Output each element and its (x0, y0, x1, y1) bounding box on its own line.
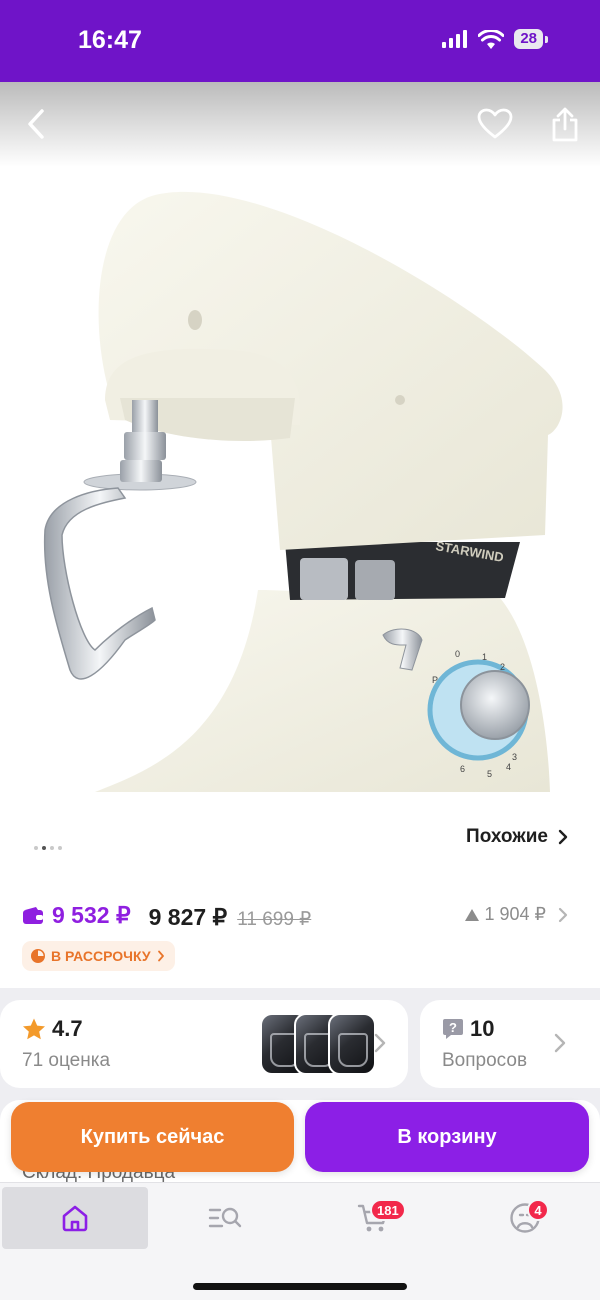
pager-dot[interactable] (34, 846, 38, 850)
price-row: 9 532 ₽ 9 827 ₽ 11 699 ₽ (22, 902, 311, 931)
price-value: 9 827 ₽ (148, 903, 228, 930)
favorite-button[interactable] (473, 102, 517, 146)
add-to-cart-button[interactable]: В корзину (305, 1102, 589, 1172)
battery-cap (545, 35, 548, 43)
chevron-right-icon (558, 907, 568, 922)
rating-count: 71 оценка (22, 1050, 111, 1071)
chevron-left-icon (28, 109, 44, 139)
questions-value: 10 (470, 1016, 495, 1041)
catalog-search-icon (208, 1207, 242, 1228)
tab-cart[interactable]: 181 (300, 1187, 446, 1249)
similar-label: Похожие (466, 826, 548, 847)
questions-label: Вопросов (442, 1050, 528, 1071)
chevron-right-icon (157, 950, 164, 962)
share-icon (552, 107, 578, 142)
rating-value: 4.7 (52, 1016, 83, 1041)
tab-home[interactable] (2, 1187, 148, 1249)
image-pager (34, 846, 62, 850)
question-icon: ? (443, 1019, 463, 1039)
chevron-right-icon (554, 1033, 566, 1053)
pager-dot[interactable] (50, 846, 54, 850)
product-image-stand-mixer[interactable]: STARWIND 0 1 2 3 4 5 6 P (0, 170, 600, 800)
dial-label-p: P (432, 675, 438, 685)
pager-dot-active[interactable] (42, 846, 46, 850)
back-button[interactable] (14, 102, 58, 146)
heart-icon (477, 108, 513, 139)
discount-amount: 1 904 ₽ (484, 904, 547, 924)
buy-now-button[interactable]: Купить сейчас (11, 1102, 294, 1172)
chevron-right-icon (374, 1033, 386, 1053)
status-bar: 16:47 28 (0, 0, 600, 82)
hinge-bracket (300, 558, 348, 600)
profile-notification-badge: 4 (527, 1199, 549, 1221)
dial-label-1: 1 (482, 652, 487, 662)
dial-label-6: 6 (460, 764, 465, 774)
status-time: 16:47 (78, 26, 142, 54)
tab-catalog[interactable] (152, 1187, 298, 1249)
installment-label: В РАССРОЧКУ (51, 948, 151, 964)
star-icon (23, 1018, 45, 1039)
dial-label-3: 3 (512, 752, 517, 762)
dial-label-0: 0 (455, 649, 460, 659)
svg-text:?: ? (449, 1020, 457, 1035)
dial-label-2: 2 (500, 662, 505, 672)
cart-count-badge: 181 (370, 1199, 406, 1221)
dough-hook (43, 487, 156, 680)
status-icons: 28 (442, 29, 548, 49)
similar-link[interactable]: Похожие (466, 826, 568, 848)
price-card: 9 532 ₽ 9 827 ₽ 11 699 ₽ 1 904 ₽ В РАССР… (0, 870, 600, 988)
wallet-icon (23, 906, 43, 924)
wifi-icon (478, 29, 505, 49)
old-price-value: 11 699 ₽ (237, 908, 312, 930)
questions-value-row: ? 10 (442, 1016, 494, 1042)
battery-indicator: 28 (514, 29, 548, 49)
rating-value-row: 4.7 (22, 1016, 83, 1042)
home-indicator (193, 1283, 407, 1290)
top-nav (0, 82, 600, 167)
questions-card[interactable]: ? 10 Вопросов (420, 1000, 600, 1088)
tab-profile[interactable]: 4 (452, 1187, 598, 1249)
cellular-signal-icon (442, 30, 468, 48)
review-photo-thumbnail[interactable] (328, 1013, 376, 1075)
battery-level: 28 (514, 29, 543, 49)
share-button[interactable] (543, 102, 587, 146)
home-icon (62, 1205, 88, 1232)
pager-dot[interactable] (58, 846, 62, 850)
wallet-price[interactable]: 9 532 ₽ (22, 902, 131, 929)
pie-chart-icon (31, 949, 45, 963)
triangle-up-icon (464, 908, 479, 921)
wallet-price-value: 9 532 ₽ (52, 902, 131, 928)
dial-label-4: 4 (506, 762, 511, 772)
review-photo-thumbnails[interactable] (260, 1013, 376, 1075)
installment-badge[interactable]: В РАССРОЧКУ (22, 941, 175, 971)
discount-info[interactable]: 1 904 ₽ (464, 904, 569, 925)
bottom-tab-bar: 181 4 (0, 1182, 600, 1300)
chevron-right-icon (558, 829, 568, 845)
dial-label-5: 5 (487, 769, 492, 779)
rating-card[interactable]: 4.7 71 оценка (0, 1000, 408, 1088)
